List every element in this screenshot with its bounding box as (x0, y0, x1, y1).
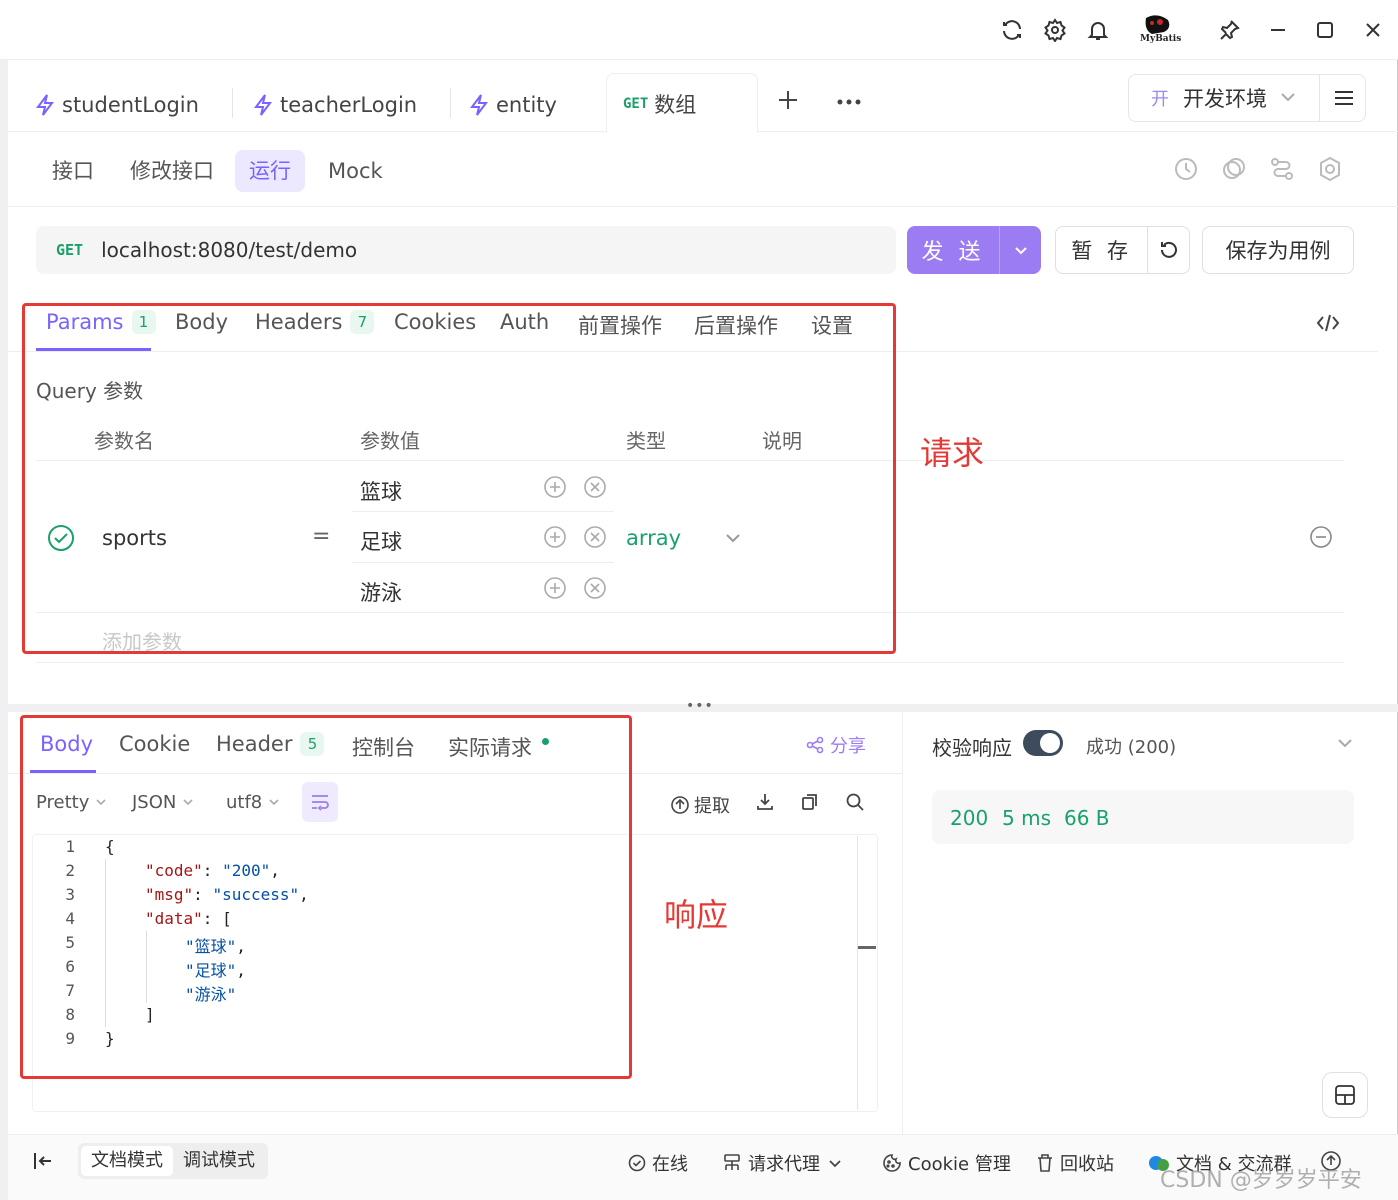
share-button[interactable]: 分享 (806, 732, 866, 758)
environment-selector[interactable]: 开 开发环境 (1128, 74, 1366, 122)
url-input[interactable]: GET localhost:8080/test/demo (36, 226, 896, 274)
tab-divider (450, 88, 451, 118)
scrollbar-track[interactable] (857, 836, 858, 1110)
add-tab-icon[interactable] (776, 88, 800, 117)
refresh-icon[interactable] (998, 16, 1026, 44)
response-time: 5 ms (1002, 806, 1051, 830)
divider (36, 662, 1344, 663)
method-badge[interactable]: GET (56, 241, 83, 259)
gear-icon[interactable] (1041, 16, 1069, 44)
request-annotation: 请求 (920, 434, 985, 472)
subnav-mock[interactable]: Mock (314, 150, 397, 192)
share-label: 分享 (830, 736, 866, 757)
online-label: 在线 (652, 1154, 688, 1175)
maximize-icon[interactable] (1311, 16, 1339, 44)
trash-label: 回收站 (1060, 1154, 1114, 1175)
debug-mode-button[interactable]: 调试模式 (173, 1146, 265, 1176)
online-status[interactable]: 在线 (628, 1150, 688, 1176)
upload-circle-icon (671, 796, 689, 814)
watermark: CSDN @岁岁岁平安 (1160, 1168, 1362, 1193)
undo-icon[interactable] (1148, 239, 1189, 261)
stash-button[interactable]: 暂 存 (1055, 226, 1190, 274)
scrollbar-thumb[interactable] (858, 946, 876, 949)
download-icon[interactable] (755, 792, 775, 812)
send-button[interactable]: 发 送 (907, 226, 1041, 274)
layout-icon[interactable] (1322, 1072, 1368, 1118)
tab-label: studentLogin (62, 93, 199, 117)
menu-icon[interactable] (1319, 75, 1367, 121)
copy-icon[interactable] (1221, 156, 1247, 182)
subnav-run[interactable]: 运行 (235, 150, 305, 192)
search-icon[interactable] (845, 792, 865, 812)
doc-mode-button[interactable]: 文档模式 (81, 1146, 173, 1176)
subnav-edit-interface[interactable]: 修改接口 (116, 150, 228, 192)
response-annotation: 响应 (664, 896, 729, 934)
left-edge (0, 60, 8, 1200)
response-size: 66 B (1064, 806, 1110, 830)
cookie-manager[interactable]: Cookie 管理 (882, 1150, 1011, 1176)
chevron-down-icon[interactable] (1336, 733, 1354, 757)
minimize-icon[interactable] (1264, 16, 1292, 44)
status-code: 200 (950, 806, 989, 830)
mode-switch: 文档模式 调试模式 (78, 1143, 268, 1179)
verify-status[interactable]: 成功 (200) (1086, 733, 1176, 759)
cookie-icon (883, 1154, 901, 1172)
request-proxy[interactable]: 请求代理 (722, 1150, 848, 1176)
tab-label: teacherLogin (280, 93, 418, 117)
save-as-case-button[interactable]: 保存为用例 (1202, 226, 1354, 274)
chevron-down-icon (1279, 87, 1297, 111)
stash-label[interactable]: 暂 存 (1056, 235, 1147, 265)
code-icon[interactable] (1316, 312, 1340, 339)
request-annotation-box (22, 303, 896, 654)
tab-divider (232, 88, 233, 118)
collapse-sidebar-icon[interactable] (32, 1150, 54, 1177)
divider (902, 712, 903, 1134)
tab-label: 数组 (654, 92, 697, 117)
env-badge: 开 (1151, 89, 1169, 110)
pin-icon[interactable] (1215, 16, 1243, 44)
cookie-label: Cookie 管理 (908, 1154, 1011, 1175)
extract-button[interactable]: 提取 (670, 792, 730, 818)
chevron-down-icon[interactable] (1000, 242, 1041, 258)
logo-text: MyBatis (1140, 34, 1182, 44)
minus-circle-icon[interactable] (1310, 526, 1332, 553)
env-label: 开发环境 (1183, 87, 1267, 111)
url-text[interactable]: localhost:8080/test/demo (101, 238, 357, 262)
chevron-down-icon (829, 1160, 841, 1168)
recycle-bin[interactable]: 回收站 (1036, 1150, 1114, 1176)
bolt-icon (254, 94, 272, 116)
flow-icon[interactable] (1269, 156, 1295, 182)
settings-icon[interactable] (1317, 156, 1343, 182)
tab-teacherlogin[interactable]: teacherLogin (254, 80, 417, 130)
tab-studentlogin[interactable]: studentLogin (36, 80, 199, 130)
share-icon (806, 736, 824, 754)
send-label[interactable]: 发 送 (907, 234, 999, 266)
bell-icon[interactable] (1084, 16, 1112, 44)
proxy-label: 请求代理 (748, 1154, 820, 1175)
method-badge: GET (623, 95, 649, 112)
title-bar (0, 0, 1398, 60)
check-circle-icon (628, 1154, 646, 1172)
proxy-icon (724, 1154, 740, 1170)
subnav-interface[interactable]: 接口 (38, 150, 108, 192)
verify-response-label: 校验响应 (932, 736, 1012, 760)
mybatis-logo[interactable]: MyBatis (1138, 14, 1181, 46)
tab-entity[interactable]: entity (470, 80, 557, 130)
response-stats (932, 790, 1354, 844)
tab-array-active[interactable]: GET 数组 (606, 73, 758, 133)
response-annotation-box (20, 715, 632, 1079)
bolt-icon (470, 94, 488, 116)
history-icon[interactable] (1173, 156, 1199, 182)
tab-label: entity (496, 93, 557, 117)
more-tabs-icon[interactable] (836, 88, 862, 117)
extract-label: 提取 (694, 796, 730, 817)
copy-icon[interactable] (800, 792, 820, 812)
close-icon[interactable] (1359, 16, 1387, 44)
verify-toggle[interactable] (1023, 730, 1063, 756)
bolt-icon (36, 94, 54, 116)
trash-icon (1038, 1154, 1052, 1172)
